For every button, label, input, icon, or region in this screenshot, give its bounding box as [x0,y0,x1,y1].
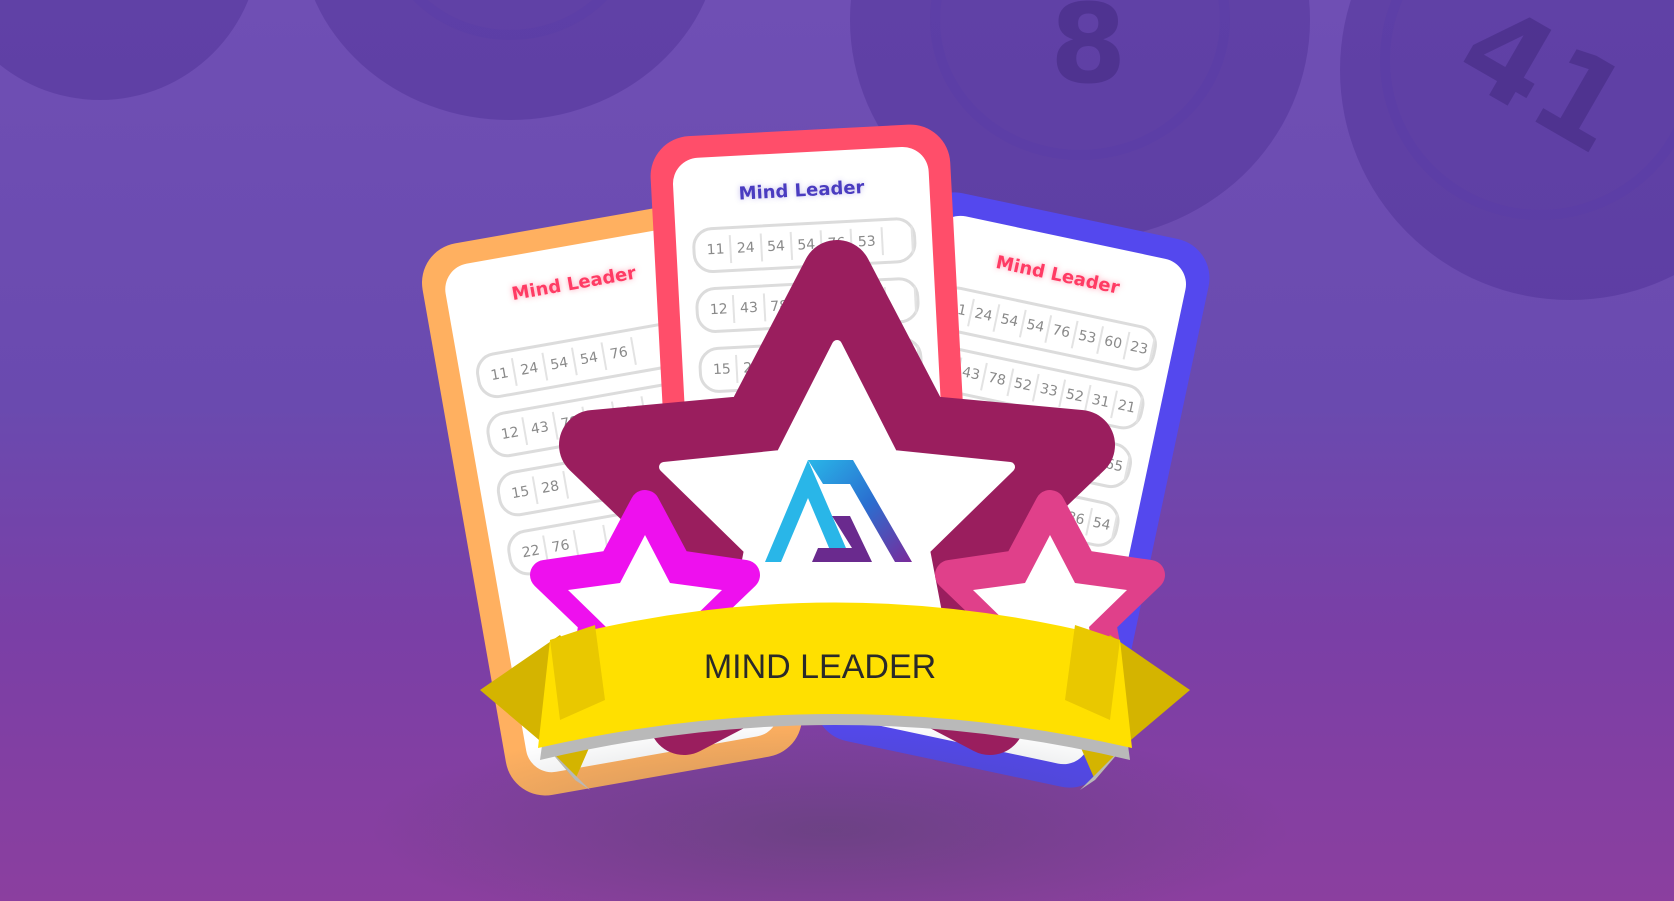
mind-leader-badge [370,240,1290,901]
hero-scene: 8 41 Mind Leader 1124545476 124378523 15… [0,0,1674,901]
badge-label: MIND LEADER [703,648,937,686]
badge-shadow [370,720,1290,901]
